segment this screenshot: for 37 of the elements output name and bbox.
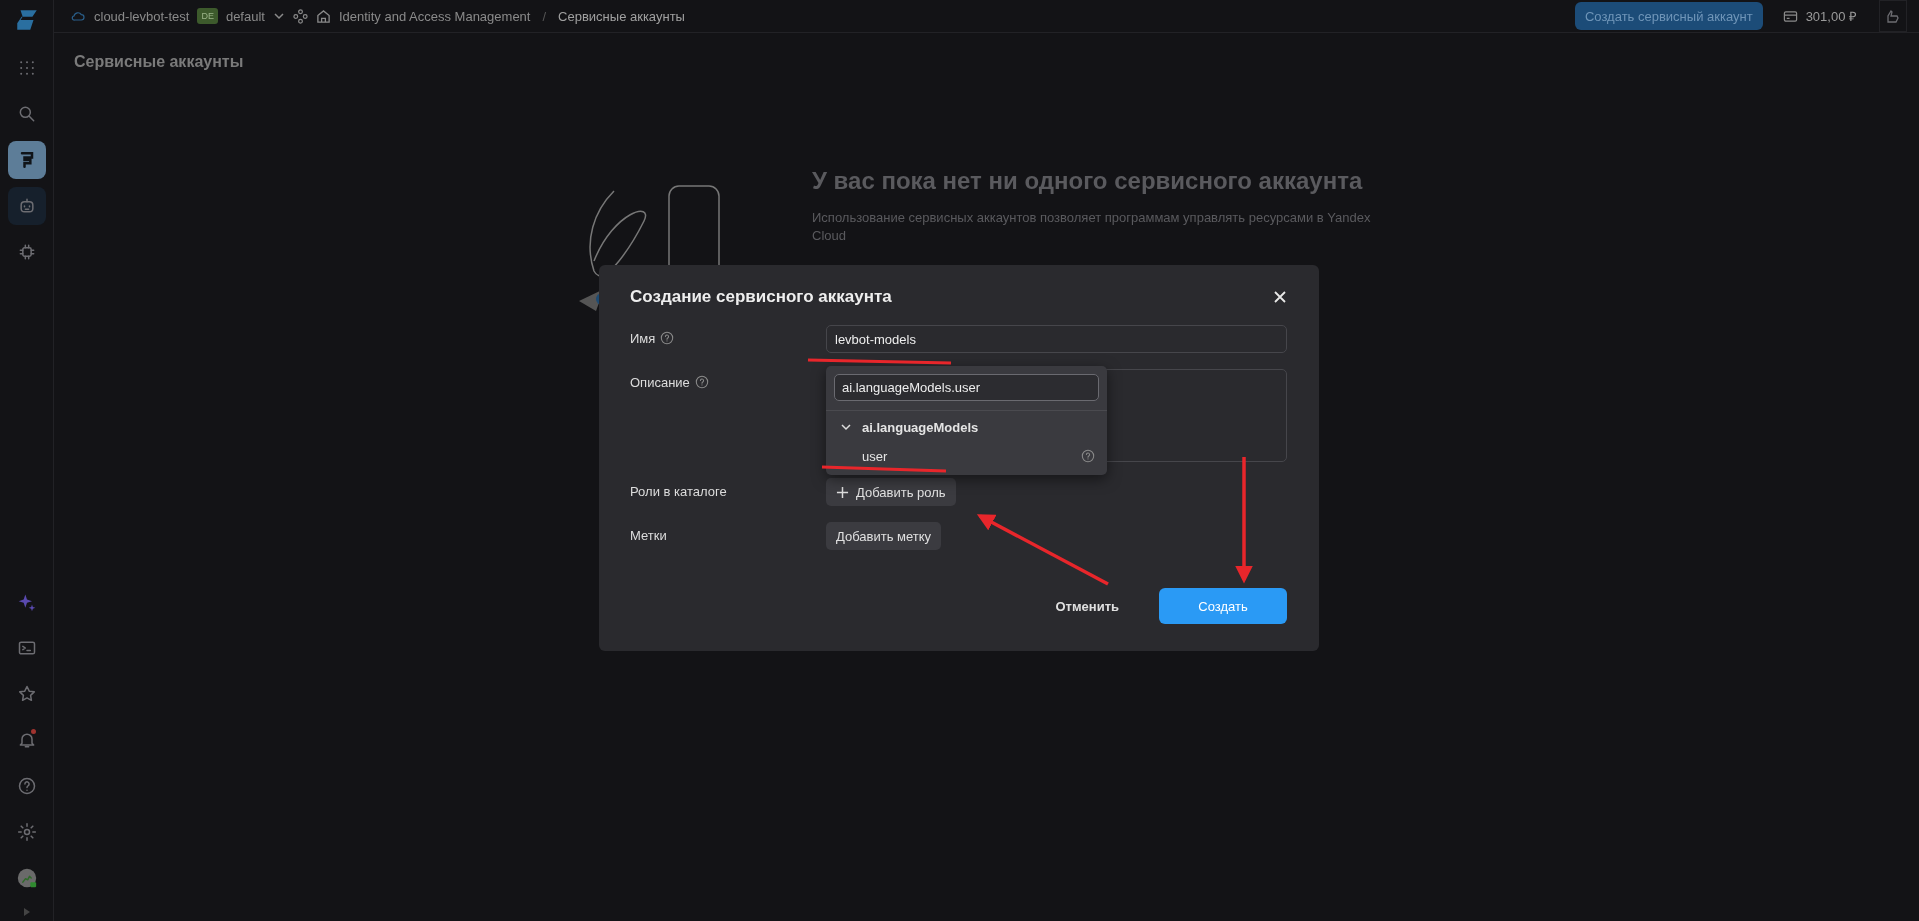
home-icon[interactable] xyxy=(315,8,331,24)
add-tag-button[interactable]: Добавить метку xyxy=(826,522,942,550)
dialog-title: Создание сервисного аккаунта xyxy=(630,287,892,307)
chevron-icon xyxy=(840,421,852,433)
add-role-button[interactable]: Добавить роль xyxy=(826,478,956,506)
service-icon[interactable] xyxy=(7,141,46,179)
card-icon xyxy=(1782,8,1798,24)
role-group-item[interactable]: ai.languageModels xyxy=(826,411,1107,443)
breadcrumb-link[interactable]: Identity and Access Management xyxy=(338,8,531,24)
page-title: Сервисные аккаунты xyxy=(74,53,245,71)
balance-amount: 301,00 ₽ xyxy=(1805,8,1857,25)
breadcrumb-link[interactable]: Сервисные аккаунты xyxy=(558,8,685,24)
feedback-button[interactable] xyxy=(1879,0,1907,32)
help-icon[interactable] xyxy=(660,331,675,345)
cancel-button[interactable]: Отменить xyxy=(1049,597,1125,615)
chevron-icon[interactable] xyxy=(272,10,285,22)
plus-icon xyxy=(836,485,849,499)
empty-state-title: У вас пока нет ни одного сервисного аккаунта xyxy=(812,167,1364,195)
field-label: Описание xyxy=(630,375,690,390)
role-option[interactable]: user xyxy=(862,448,888,464)
folder-badge: DE xyxy=(197,8,218,24)
role-search-field[interactable]: ai.languageModels.user xyxy=(834,374,1099,401)
folder-link[interactable]: default xyxy=(225,8,265,24)
close-icon[interactable] xyxy=(1273,290,1287,304)
field-label: Метки xyxy=(630,528,667,543)
hand-icon xyxy=(1885,8,1901,24)
robot-icon[interactable] xyxy=(7,187,46,225)
nodes-icon[interactable] xyxy=(292,8,308,24)
field-label: Имя xyxy=(630,331,656,346)
help-icon[interactable] xyxy=(1081,449,1095,463)
empty-state-description: Использование сервисных аккаунтов позволяет программам управлять ресурсами в Yandex Cloud xyxy=(812,209,1372,245)
cloud-link[interactable]: cloud-levbot-test xyxy=(94,8,190,24)
name-input-field[interactable]: levbot-models xyxy=(826,325,1287,353)
breadcrumb-separator: / xyxy=(542,8,547,24)
help-icon[interactable] xyxy=(694,375,709,389)
field-label: Роли в каталоге xyxy=(630,484,727,499)
expand-icon[interactable] xyxy=(21,907,32,917)
